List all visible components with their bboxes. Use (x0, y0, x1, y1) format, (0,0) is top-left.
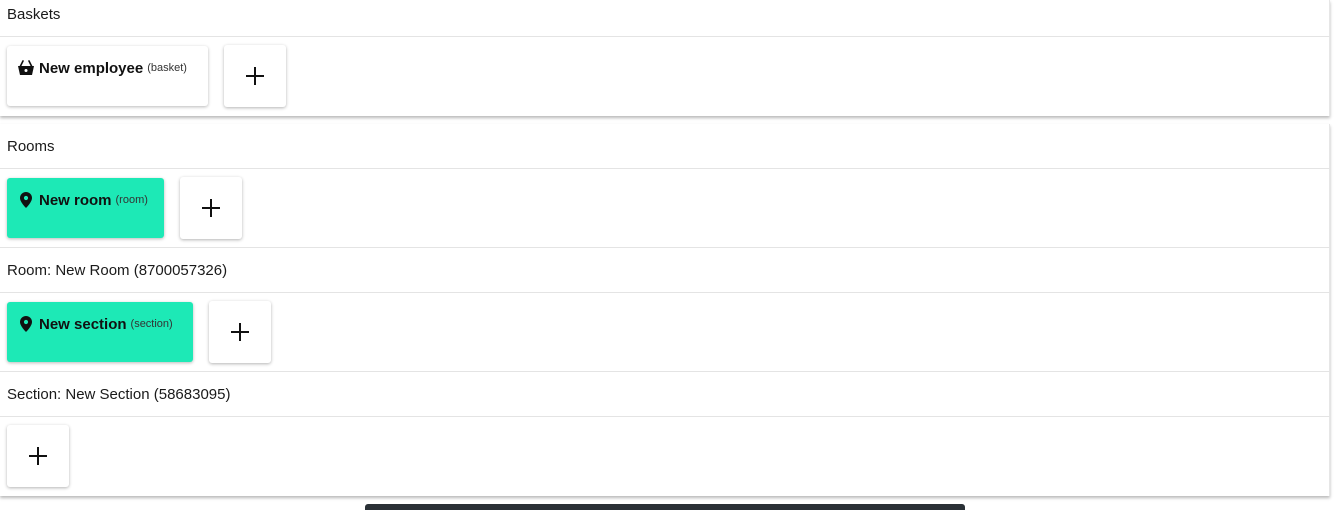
rooms-panel: Rooms New room (room) Room: New Room (87… (0, 124, 1330, 496)
section-card-new-section[interactable]: New section (section) (7, 302, 193, 362)
divider (0, 168, 1330, 169)
plus-icon (231, 323, 249, 341)
divider (0, 371, 1330, 372)
baskets-header: Baskets (7, 6, 61, 23)
basket-icon (17, 59, 35, 77)
room-header: Room: New Room (8700057326) (7, 262, 228, 279)
room-card-new-room[interactable]: New room (room) (7, 178, 164, 238)
card-title: New room (39, 191, 112, 209)
divider (0, 36, 1330, 37)
section-header: Section: New Section (58683095) (7, 386, 231, 403)
add-section-button[interactable] (209, 301, 271, 363)
card-title: New employee (39, 59, 144, 77)
basket-card-new-employee[interactable]: New employee (basket) (7, 46, 208, 106)
plus-icon (246, 67, 264, 85)
page: Baskets New employee (basket) Rooms New … (0, 0, 1339, 510)
add-room-button[interactable] (180, 177, 242, 239)
card-type: (basket) (147, 62, 187, 74)
add-basket-button[interactable] (224, 45, 286, 107)
plus-icon (202, 199, 220, 217)
add-item-button[interactable] (7, 425, 69, 487)
divider (0, 247, 1330, 248)
card-type: (section) (130, 318, 173, 330)
plus-icon (29, 447, 47, 465)
location-pin-icon (17, 191, 35, 209)
rooms-header: Rooms (7, 138, 55, 155)
location-pin-icon (17, 315, 35, 333)
card-title: New section (39, 315, 127, 333)
baskets-panel: Baskets New employee (basket) (0, 0, 1330, 116)
bottom-bar (365, 504, 965, 510)
divider (0, 416, 1330, 417)
divider (0, 292, 1330, 293)
card-type: (room) (115, 194, 148, 206)
